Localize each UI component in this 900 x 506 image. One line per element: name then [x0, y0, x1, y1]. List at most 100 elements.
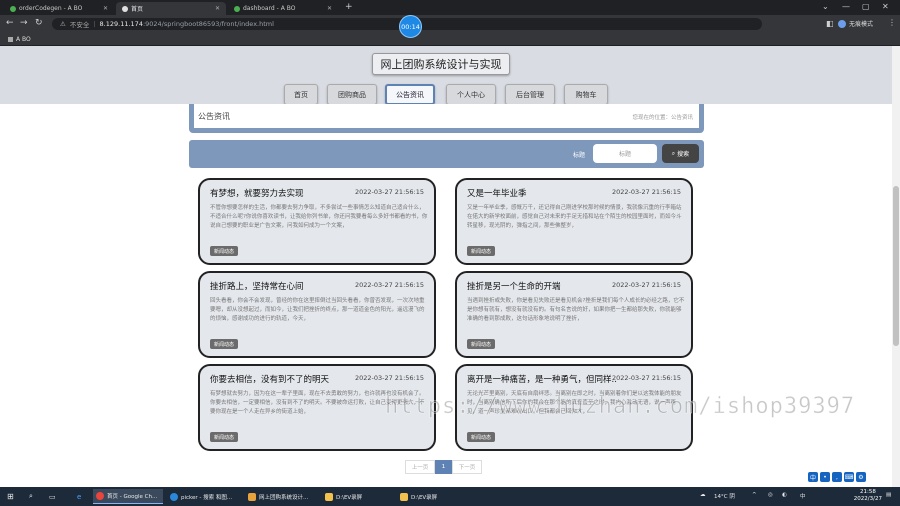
close-icon[interactable]: ✕ — [215, 5, 220, 12]
maximize-icon[interactable]: ▢ — [862, 2, 870, 11]
news-card[interactable]: 挫折是另一个生命的开端 2022-03-27 21:56:15 当遇到挫折或失败… — [455, 271, 693, 358]
incognito-profile[interactable]: 无痕模式 — [838, 19, 873, 28]
ime-punct-icon[interactable]: , — [832, 472, 842, 482]
card-body: 当遇到挫折或失败，你是看见失败还是看见机会?挫折是我们每个人成长的必经之路，它不… — [467, 298, 685, 322]
taskbar-app-label: 网上团购系统设计... — [259, 494, 309, 501]
taskbar-app-edge[interactable]: picker - 搜索 和图... — [167, 489, 241, 504]
nav-admin[interactable]: 后台管理 — [505, 84, 555, 105]
card-body: 不管你想要怎样的生活，你都要去努力争取，不多尝试一些事情怎么知道自己适合什么，不… — [210, 205, 428, 229]
taskbar-app-label: D:\EV录屏 — [411, 494, 438, 501]
card-title: 有梦想，就要努力去实现 — [210, 189, 304, 199]
chrome-icon — [96, 492, 104, 500]
ime-settings-icon[interactable]: ⚙ — [856, 472, 866, 482]
card-tag[interactable]: 新闻动态 — [467, 339, 496, 349]
card-date: 2022-03-27 21:56:15 — [354, 281, 424, 289]
browser-tab[interactable]: orderCodegen - A BO ✕ — [4, 2, 114, 15]
page-number-button[interactable]: 1 — [435, 460, 452, 474]
window-close-icon[interactable]: ✕ — [882, 2, 889, 11]
ime-icon[interactable]: 中 — [808, 472, 818, 482]
taskbar-app-docs[interactable]: 网上团购系统设计... — [245, 489, 319, 504]
notification-icon[interactable]: ▤ — [886, 492, 891, 498]
ime-indicator[interactable]: 中 — [800, 492, 806, 500]
browser-toolbar: ← → ↻ ⚠ 不安全 | 8.129.11.174:9024/springbo… — [0, 15, 900, 33]
close-icon[interactable]: ✕ — [103, 5, 108, 12]
close-icon[interactable]: ✕ — [327, 5, 332, 12]
bookmark-item[interactable]: A BO — [16, 36, 31, 43]
nav-home[interactable]: 首页 — [284, 84, 318, 105]
page-scrollbar[interactable] — [892, 46, 900, 487]
card-title: 挫折路上，坚持常在心间 — [210, 282, 304, 292]
tray-overflow-icon[interactable]: ^ — [752, 492, 757, 498]
bookmark-favicon-icon — [8, 36, 13, 42]
card-date: 2022-03-27 21:56:15 — [611, 188, 681, 196]
card-tag[interactable]: 新闻动态 — [210, 339, 239, 349]
search-input[interactable]: 标题 — [593, 144, 657, 163]
recording-timer: 00:14 — [399, 15, 422, 38]
taskbar-app-explorer[interactable]: D:\EV录屏 — [322, 489, 392, 504]
volume-icon[interactable]: ◐ — [782, 492, 787, 498]
warning-icon: ⚠ — [60, 20, 66, 28]
card-title: 离开是一种痛苦，是一种勇气，但同样... — [467, 375, 617, 385]
ime-mode-icon[interactable]: • — [820, 472, 830, 482]
start-icon[interactable]: ⊞ — [4, 489, 17, 504]
ime-keyboard-icon[interactable]: ⌨ — [844, 472, 854, 482]
weather-icon[interactable]: ☁ — [700, 492, 706, 498]
taskbar-search-icon[interactable]: ⌕ — [26, 489, 36, 504]
folder-icon — [400, 492, 408, 501]
new-tab-icon[interactable]: + — [345, 2, 353, 12]
news-card[interactable]: 有梦想，就要努力去实现 2022-03-27 21:56:15 不管你想要怎样的… — [198, 178, 436, 265]
task-view-icon[interactable]: ▭ — [46, 489, 59, 504]
prev-page-button[interactable]: 上一页 — [405, 460, 435, 474]
taskbar-app-chrome[interactable]: 首页 - Google Ch... — [93, 489, 163, 504]
back-icon[interactable]: ← — [6, 18, 14, 28]
card-date: 2022-03-27 21:56:15 — [354, 188, 424, 196]
menu-icon[interactable]: ⋮ — [888, 18, 896, 27]
network-icon[interactable]: ◎ — [768, 492, 773, 498]
nav-personal-center[interactable]: 个人中心 — [446, 84, 496, 105]
card-tag[interactable]: 新闻动态 — [210, 432, 239, 442]
card-tag[interactable]: 新闻动态 — [210, 246, 239, 256]
tab-search-icon[interactable]: ⌄ — [822, 2, 829, 11]
taskbar-clock[interactable]: 21:58 2022/3/27 — [854, 489, 882, 503]
breadcrumb-location: 您现在的位置：公告资讯 — [632, 115, 693, 121]
nav-cart[interactable]: 购物车 — [564, 84, 608, 105]
page-title: 公告资讯 — [198, 112, 230, 121]
reload-icon[interactable]: ↻ — [35, 18, 43, 28]
browser-tab-active[interactable]: 首页 ✕ — [116, 2, 226, 15]
forward-icon[interactable]: → — [20, 18, 28, 28]
card-body: 又是一年毕业季，感慨万千，还记得自己刚进学校那时候的情景，我就像沉重的行李箱站在… — [467, 205, 682, 229]
minimize-icon[interactable]: — — [842, 2, 850, 11]
nav-announcements[interactable]: 公告资讯 — [385, 84, 435, 105]
breadcrumb-inner: 公告资讯 您现在的位置：公告资讯 — [194, 104, 699, 128]
windows-taskbar: ⊞ ⌕ ▭ e 首页 - Google Ch... picker - 搜索 和图… — [0, 487, 900, 506]
next-page-button[interactable]: 下一页 — [452, 460, 482, 474]
nav-group-products[interactable]: 团购商品 — [327, 84, 377, 105]
avatar — [838, 19, 846, 28]
taskbar-app-explorer[interactable]: D:\EV录屏 — [397, 489, 467, 504]
tab-favicon-icon — [10, 5, 16, 12]
browser-tab[interactable]: dashboard - A BO ✕ — [228, 2, 338, 15]
card-date: 2022-03-27 21:56:15 — [354, 374, 424, 382]
folder-icon — [325, 492, 333, 501]
clock-date: 2022/3/27 — [853, 496, 882, 502]
url-host: 8.129.11.174 — [99, 20, 143, 28]
scrollbar-thumb[interactable] — [893, 186, 899, 346]
card-tag[interactable]: 新闻动态 — [467, 246, 496, 256]
weather-label[interactable]: 14°C 阴 — [714, 492, 735, 500]
search-button[interactable]: ⌕ 搜索 — [662, 144, 699, 163]
card-tag[interactable]: 新闻动态 — [467, 432, 496, 442]
sidepanel-icon[interactable]: ◧ — [826, 19, 834, 28]
watermark-text: https://www.huzhan.com/ishop39397 — [385, 394, 856, 420]
tab-label: dashboard - A BO — [243, 5, 296, 12]
news-card[interactable]: 挫折路上，坚持常在心间 2022-03-27 21:56:15 回头看看，你会不… — [198, 271, 436, 358]
search-label: 标题 — [573, 152, 586, 159]
news-card[interactable]: 又是一年毕业季 2022-03-27 21:56:15 又是一年毕业季，感慨万千… — [455, 178, 693, 265]
url-path: :9024/springboot86593/front/index.html — [142, 20, 274, 28]
clock-time: 21:58 — [859, 489, 876, 495]
taskbar-app-label: D:\EV录屏 — [336, 494, 363, 501]
search-icon: ⌕ — [671, 149, 676, 157]
card-date: 2022-03-27 21:56:15 — [611, 281, 681, 289]
card-title: 挫折是另一个生命的开端 — [467, 282, 561, 292]
edge-icon[interactable]: e — [74, 489, 84, 504]
card-body: 回头看看，你会不会发现，曾经的你在这里摔倒过当回头看看，你曾否发现，一次次地重要… — [210, 298, 425, 322]
